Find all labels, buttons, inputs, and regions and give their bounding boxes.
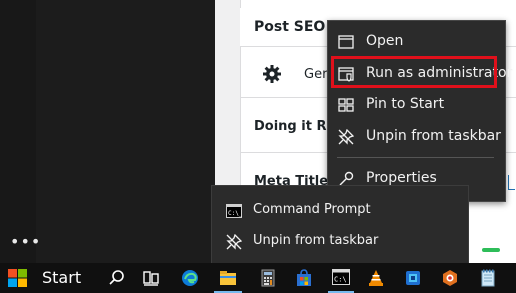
unpin-icon [338,128,355,145]
menu-item-label: Properties [366,170,437,186]
calculator-icon[interactable] [251,263,285,293]
menu-item-pin-to-start[interactable]: Pin to Start [328,90,505,120]
menu-item-unpin-from-taskbar[interactable]: Unpin from taskbar [328,122,505,152]
store-icon[interactable] [287,263,321,293]
edit-link-icon[interactable] [508,175,515,190]
menu-item-label: Open [366,33,404,49]
svg-text:C:\_: C:\_ [228,210,242,217]
svg-text:C:\: C:\ [334,276,347,284]
search-icon[interactable] [100,263,134,293]
windows-logo-icon [8,269,28,292]
start-label[interactable]: Start [42,268,81,287]
vlc-icon[interactable] [359,263,393,293]
notepad-icon[interactable] [471,263,505,293]
start-side-strip [0,0,36,263]
context-menu: Open Run as administrator Pin to Start U… [327,20,512,202]
cmd-icon[interactable]: C:\ [324,263,358,293]
task-view-icon[interactable] [134,263,168,293]
jumplist-item-label: Unpin from taskbar [253,233,379,248]
window-icon [338,34,354,50]
gear-icon[interactable] [262,64,282,84]
menu-item-open[interactable]: Open [328,27,505,57]
seo-progress-bar [482,248,500,252]
jumplist-item-unpin[interactable]: Unpin from taskbar [212,226,468,256]
app-orange-icon[interactable] [433,263,467,293]
unpin-icon [226,233,243,250]
app-blue-icon[interactable] [396,263,430,293]
file-explorer-icon[interactable] [211,263,245,293]
pin-start-icon [338,97,354,113]
menu-separator [337,157,494,158]
menu-item-label: Unpin from taskbar [366,128,501,144]
menu-item-label: Pin to Start [366,96,445,112]
taskbar-jump-list: C:\_ Command Prompt Unpin from taskbar [211,185,469,264]
highlight-box [331,56,497,88]
cmd-icon: C:\_ [226,203,243,218]
tab-general[interactable]: Ger [304,67,327,82]
more-options-icon[interactable]: ••• [10,232,41,251]
edge-icon[interactable] [173,263,207,293]
jumplist-item-label: Command Prompt [253,202,371,217]
jumplist-item-command-prompt[interactable]: C:\_ Command Prompt [212,195,468,225]
